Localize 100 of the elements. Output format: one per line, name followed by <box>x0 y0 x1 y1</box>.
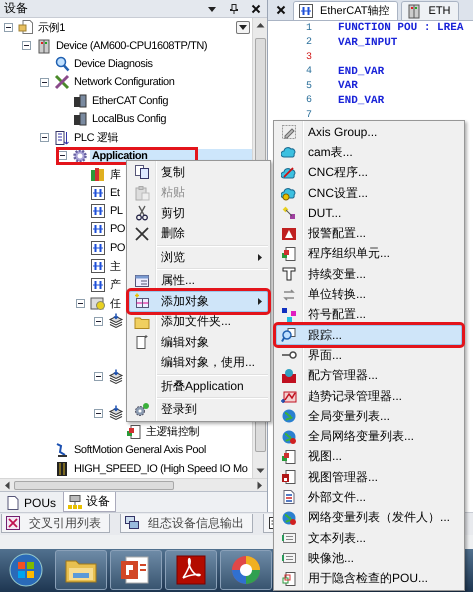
menu-item[interactable]: 符号配置... <box>276 304 462 325</box>
code-editor[interactable]: 1 FUNCTION POU : LREA 2 VAR_INPUT 3 4 END_VAR 5 VAR 6 END_VAR 7 <box>268 21 473 122</box>
clipboard-icon <box>134 184 150 201</box>
menu-item[interactable]: 添加对象 <box>129 291 268 312</box>
collapse-toggle[interactable] <box>94 316 103 326</box>
tree-item[interactable]: 示例1 <box>36 18 67 36</box>
menu-item[interactable]: 属性... <box>129 270 268 291</box>
menu-item[interactable]: 编辑对象 <box>129 332 268 352</box>
cross-reference-icon <box>5 515 21 532</box>
menu-item[interactable]: 配方管理器... <box>276 366 462 386</box>
taskbar-button[interactable] <box>165 550 217 590</box>
menu-item[interactable]: 持续变量... <box>276 264 462 284</box>
tree-item[interactable]: LocalBus Config <box>90 112 168 126</box>
menu-item[interactable]: 浏览 <box>129 247 268 268</box>
menu-item[interactable]: 跟踪... <box>276 324 462 346</box>
taskbar-button[interactable] <box>220 550 272 590</box>
scroll-down-icon[interactable] <box>256 468 264 474</box>
menu-item[interactable]: 映像池... <box>276 548 462 569</box>
close-icon[interactable] <box>276 5 286 15</box>
warning-icon <box>281 226 297 242</box>
menu-item[interactable]: 视图管理器... <box>276 467 462 488</box>
grid-icon <box>134 293 150 310</box>
code-text: FUNCTION POU : LREA <box>338 22 464 34</box>
badge-icon <box>281 368 297 384</box>
collapse-toggle[interactable] <box>76 298 85 308</box>
menu-item[interactable]: CNC程序... <box>276 162 462 183</box>
pin-icon[interactable] <box>229 4 239 14</box>
output-tab[interactable]: 交叉引用列表 <box>1 514 110 534</box>
collapse-toggle[interactable] <box>22 41 31 50</box>
stack-icon <box>108 405 124 422</box>
menu-item[interactable]: 网络变量列表（发件人）... <box>276 508 462 528</box>
tree-item[interactable]: PO <box>108 222 128 236</box>
menu-item[interactable]: cam表... <box>276 142 462 163</box>
menu-item[interactable]: 界面... <box>276 345 462 366</box>
panel-title: 设备 <box>4 0 28 17</box>
tree-item[interactable]: Et <box>108 186 122 200</box>
panel-tab[interactable]: 设备 <box>63 492 116 512</box>
menu-item[interactable]: 添加文件夹... <box>129 312 268 332</box>
scroll-right-icon[interactable] <box>257 480 263 490</box>
panel-tab[interactable]: POUs <box>2 493 62 512</box>
menu-item[interactable]: 删除 <box>129 224 268 244</box>
menu-item[interactable]: 程序组织单元... <box>276 244 462 264</box>
tree-item[interactable]: EtherCAT Config <box>90 94 170 108</box>
tree-item[interactable]: 库 <box>108 166 123 183</box>
tree-item[interactable]: Network Configuration <box>72 75 176 90</box>
taskbar-button[interactable] <box>55 550 107 590</box>
scroll-up-icon[interactable] <box>256 22 264 28</box>
tree-item[interactable]: 主逻辑控制 <box>144 423 202 440</box>
menu-item[interactable]: 全局变量列表... <box>276 406 462 426</box>
ladder-icon <box>90 184 106 201</box>
menu-item[interactable]: 文本列表... <box>276 528 462 548</box>
collapse-toggle[interactable] <box>40 133 49 142</box>
document-icon <box>281 246 297 262</box>
menu-item[interactable]: DUT... <box>276 203 462 224</box>
cloud-icon <box>281 185 297 202</box>
menu-item[interactable]: 趋势记录管理器... <box>276 386 462 406</box>
output-tab[interactable]: 组态设备信息输出 <box>120 514 253 534</box>
collapse-toggle[interactable] <box>94 408 103 418</box>
t-shape-icon <box>281 266 297 282</box>
tree-item[interactable]: PO <box>108 240 128 255</box>
copy-icon <box>134 164 150 180</box>
taskbar-button[interactable] <box>110 550 162 590</box>
tree-item[interactable]: PLC 逻辑 <box>72 129 120 146</box>
tree-item[interactable]: PL <box>108 204 125 218</box>
editor-tab[interactable]: ETH <box>401 0 460 20</box>
menu-item[interactable]: 剪切 <box>129 203 268 224</box>
menu-item[interactable]: Axis Group... <box>276 122 462 142</box>
robot-arm-icon <box>54 442 70 458</box>
scrollbar-thumb[interactable] <box>14 480 174 490</box>
menu-item[interactable]: 全局网络变量列表... <box>276 426 462 447</box>
tree-item[interactable]: Device Diagnosis <box>72 56 155 71</box>
scroll-left-icon[interactable] <box>4 480 10 490</box>
tree-item[interactable]: 主 <box>108 258 123 275</box>
dropdown-button[interactable] <box>236 21 250 34</box>
line-number: 2 <box>304 37 313 48</box>
menu-item[interactable]: 编辑对象，使用... <box>129 352 268 373</box>
code-text: END_VAR <box>338 66 384 78</box>
menu-item[interactable]: 折叠Application <box>129 376 268 396</box>
close-icon[interactable] <box>251 4 261 14</box>
menu-item[interactable]: 外部文件... <box>276 487 462 508</box>
menu-item[interactable]: 单位转换... <box>276 284 462 305</box>
menu-item[interactable]: 登录到 <box>129 400 268 420</box>
editor-tab[interactable]: EtherCAT轴控 <box>293 0 398 20</box>
menu-item[interactable]: CNC设置... <box>276 182 462 204</box>
tree-item[interactable]: HIGH_SPEED_IO (High Speed IO Mo <box>72 462 250 476</box>
collapse-toggle[interactable] <box>4 22 13 32</box>
ladder-icon <box>298 2 314 18</box>
menu-item[interactable]: 用于隐含检查的POU... <box>276 568 462 589</box>
module-icon <box>54 460 70 477</box>
tree-item[interactable]: 任 <box>108 294 123 312</box>
tree-item[interactable]: 产 <box>108 276 123 294</box>
menu-item[interactable]: 视图... <box>276 446 462 468</box>
menu-item[interactable]: 报警配置... <box>276 223 462 244</box>
horizontal-scrollbar[interactable] <box>0 478 267 491</box>
collapse-toggle[interactable] <box>40 78 49 87</box>
tree-item[interactable]: Device (AM600-CPU1608TP/TN) <box>54 38 210 53</box>
collapse-toggle[interactable] <box>94 372 103 382</box>
menu-item[interactable]: 复制 <box>129 162 268 182</box>
tree-item[interactable]: SoftMotion General Axis Pool <box>72 443 208 458</box>
magnifier-icon <box>54 56 70 72</box>
